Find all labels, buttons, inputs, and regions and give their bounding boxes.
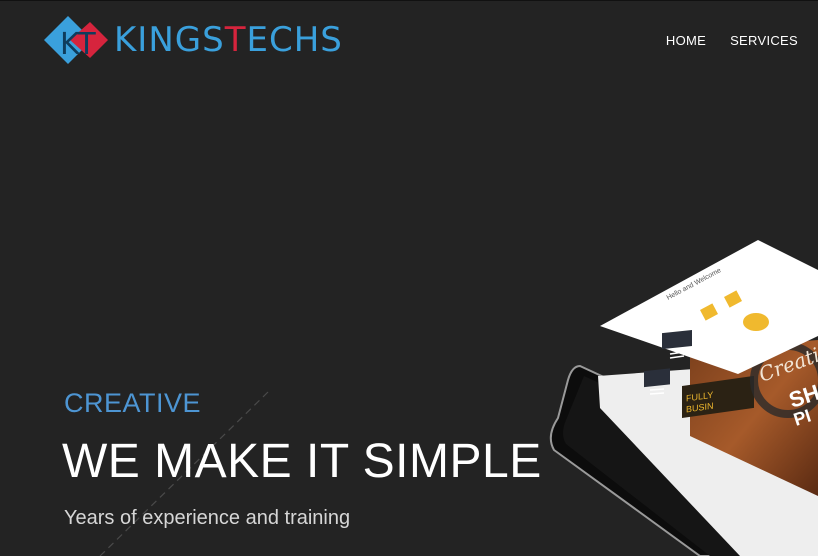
hero-subline: Years of experience and training	[64, 507, 351, 529]
hero-kicker: CREATIVE	[64, 388, 202, 418]
nav-services[interactable]: SERVICES	[730, 33, 798, 48]
main-nav: HOME SERVICES	[666, 33, 798, 48]
tablet-mockup-illustration: FULLY BUSIN Creati SH PI Hello and Welco…	[549, 240, 818, 556]
hero-headline: WE MAKE IT SIMPLE	[62, 435, 542, 488]
social-badge-icon	[743, 313, 769, 331]
logo-mark-icon: KT	[44, 16, 108, 64]
nav-home[interactable]: HOME	[666, 33, 706, 48]
menu-icon-top	[662, 330, 692, 350]
brand-logo[interactable]: KT KINGSTECHS	[38, 10, 343, 70]
menu-icon	[644, 368, 670, 388]
brand-name: KINGSTECHS	[114, 20, 343, 60]
brand-name-suffix: ECHS	[246, 20, 343, 60]
logo-mark-letters: KT	[60, 27, 96, 62]
brand-name-accent: T	[224, 20, 247, 60]
brand-name-prefix: KINGS	[114, 20, 225, 60]
